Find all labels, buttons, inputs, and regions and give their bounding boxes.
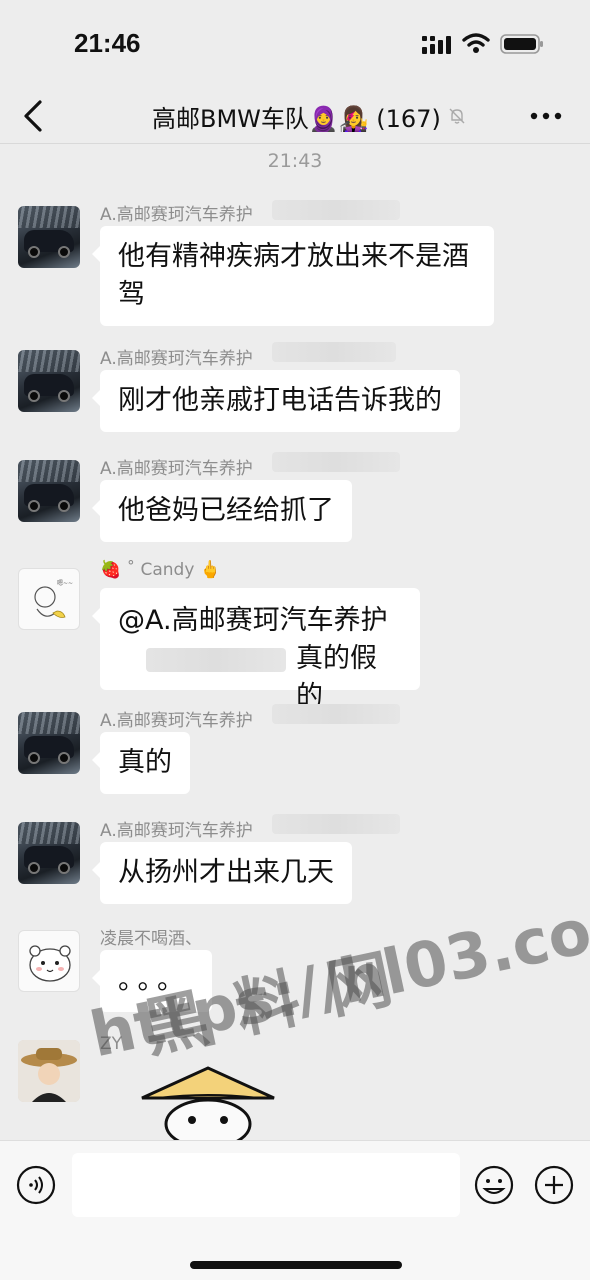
plus-icon[interactable] bbox=[534, 1165, 574, 1205]
sticker-image[interactable] bbox=[138, 1064, 278, 1140]
message-input[interactable] bbox=[72, 1153, 460, 1217]
back-button[interactable] bbox=[20, 98, 48, 134]
wifi-icon bbox=[462, 33, 490, 53]
redacted-block bbox=[272, 814, 400, 834]
status-time: 21:46 bbox=[74, 28, 141, 58]
more-options-button[interactable] bbox=[530, 108, 562, 124]
message-text-line: 刚才他亲戚打电话告诉我的 bbox=[118, 385, 442, 416]
message-bubble[interactable]: 从扬州才出来几天 bbox=[92, 842, 352, 904]
sender-name: A.高邮赛珂汽车养护 bbox=[100, 459, 253, 479]
emoji-icon[interactable] bbox=[474, 1165, 514, 1205]
message-bubble[interactable]: 他爸妈已经给抓了 bbox=[92, 480, 352, 542]
sender-name: A.高邮赛珂汽车养护 bbox=[100, 205, 253, 225]
message-text-line: 他爸妈已经给抓了 bbox=[118, 495, 334, 526]
redacted-block bbox=[272, 200, 400, 220]
message-text-line: @A.高邮赛珂汽车养护 bbox=[118, 605, 388, 636]
chat-title: 高邮BMW车队🧕👩‍🎤 (167) bbox=[152, 104, 441, 133]
hat-avatar-icon bbox=[18, 1040, 80, 1102]
redacted-block bbox=[272, 452, 400, 472]
message-bubble[interactable]: 他有精神疾病才放出来不是酒 驾 bbox=[92, 226, 494, 326]
message-bubble[interactable]: @A.高邮赛珂汽车养护 真的假的 bbox=[92, 588, 420, 712]
message-row: A.高邮赛珂汽车养护 他有精神疾病才放出来不是酒 驾 bbox=[0, 198, 590, 328]
message-bubble[interactable]: 真的 bbox=[92, 732, 190, 794]
cartoon-avatar-icon: 嗯~~ bbox=[34, 580, 73, 618]
sender-avatar[interactable] bbox=[18, 350, 80, 412]
redacted-block bbox=[146, 648, 286, 672]
signal-icon bbox=[422, 36, 451, 54]
voice-icon[interactable] bbox=[16, 1165, 56, 1205]
redacted-block bbox=[272, 342, 396, 362]
sender-avatar[interactable] bbox=[18, 930, 80, 992]
chat-header: 高邮BMW车队🧕👩‍🎤 (167) bbox=[0, 88, 590, 144]
bear-avatar-icon bbox=[29, 945, 71, 982]
sender-name: A.高邮赛珂汽车养护 bbox=[100, 349, 253, 369]
sender-avatar[interactable] bbox=[18, 206, 80, 268]
message-text-line: 驾 bbox=[118, 279, 145, 310]
redacted-block bbox=[272, 704, 400, 724]
message-text-line: 从扬州才出来几天 bbox=[118, 857, 334, 888]
sender-avatar[interactable] bbox=[18, 460, 80, 522]
svg-text:嗯~~: 嗯~~ bbox=[57, 580, 73, 587]
home-indicator bbox=[190, 1261, 402, 1269]
message-text-line: 真的 bbox=[118, 747, 172, 778]
battery-icon bbox=[500, 34, 543, 54]
message-bubble[interactable]: 刚才他亲戚打电话告诉我的 bbox=[92, 370, 460, 432]
message-row: A.高邮赛珂汽车养护 刚才他亲戚打电话告诉我的 bbox=[0, 342, 590, 442]
message-row: 嗯~~ 🍓 ˚ Candy 🖕 @A.高邮赛珂汽车养护 真的假的 bbox=[0, 560, 590, 712]
input-bar bbox=[0, 1140, 590, 1280]
message-row: A.高邮赛珂汽车养护 他爸妈已经给抓了 bbox=[0, 452, 590, 552]
sender-name: 凌晨不喝酒、 bbox=[100, 929, 202, 949]
message-row: A.高邮赛珂汽车养护 从扬州才出来几天 bbox=[0, 814, 590, 914]
message-row: ZY bbox=[0, 1034, 590, 1140]
status-bar: 21:46 bbox=[0, 0, 590, 88]
message-text-line: 他有精神疾病才放出来不是酒 bbox=[118, 241, 469, 272]
sender-avatar[interactable]: 嗯~~ bbox=[18, 568, 80, 630]
sender-avatar[interactable] bbox=[18, 712, 80, 774]
message-row: A.高邮赛珂汽车养护 真的 bbox=[0, 704, 590, 804]
chat-title-group: 高邮BMW车队🧕👩‍🎤 (167) bbox=[152, 100, 467, 133]
chat-timestamp: 21:43 bbox=[267, 150, 323, 172]
bell-mute-icon bbox=[449, 108, 465, 124]
sender-name: A.高邮赛珂汽车养护 bbox=[100, 711, 253, 731]
sender-name: 🍓 ˚ Candy 🖕 bbox=[100, 560, 221, 580]
sender-name: A.高邮赛珂汽车养护 bbox=[100, 821, 253, 841]
sender-avatar[interactable] bbox=[18, 1040, 80, 1102]
sender-avatar[interactable] bbox=[18, 822, 80, 884]
